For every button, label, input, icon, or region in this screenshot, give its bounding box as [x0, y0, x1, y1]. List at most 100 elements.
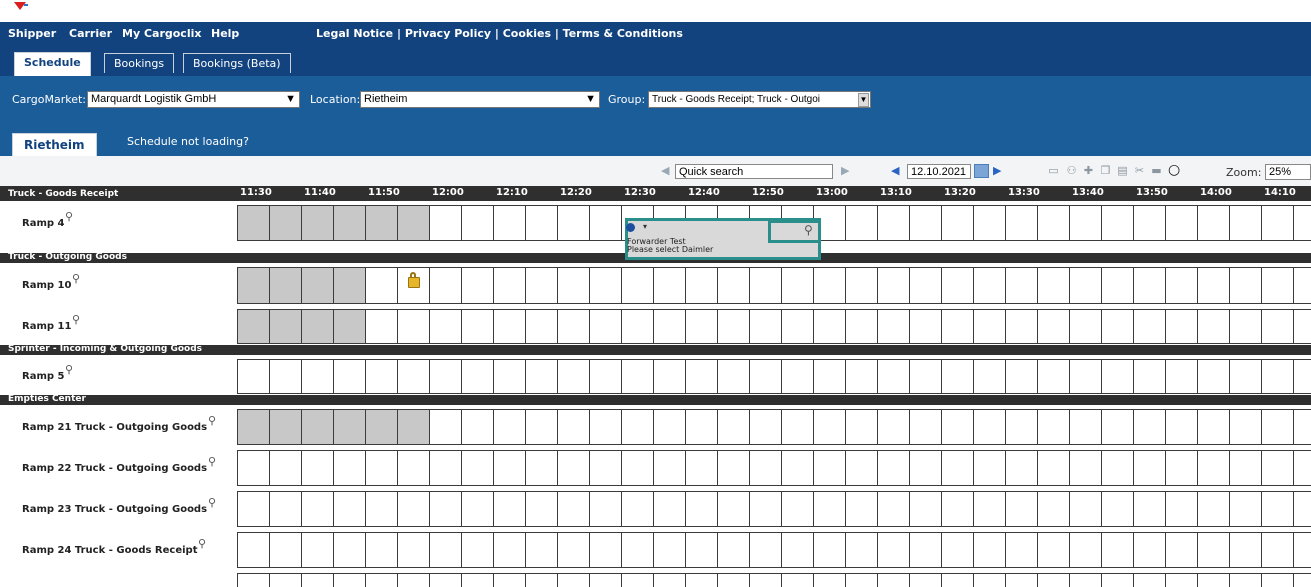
people-icon[interactable]: ⚇ [1066, 165, 1077, 176]
schedule-slot[interactable] [1197, 309, 1230, 344]
schedule-slot[interactable] [557, 267, 590, 304]
schedule-slot[interactable] [1101, 409, 1134, 445]
schedule-slot[interactable] [1101, 532, 1134, 568]
schedule-slot[interactable] [941, 491, 974, 527]
booking-block[interactable]: ▾ Forwarder Test Please select Daimler ⚲ [625, 218, 821, 260]
schedule-slot[interactable] [973, 491, 1006, 527]
schedule-slot[interactable] [941, 532, 974, 568]
schedule-slot[interactable] [941, 359, 974, 394]
schedule-slot[interactable] [845, 205, 878, 241]
schedule-slot[interactable] [717, 491, 750, 527]
schedule-slot[interactable] [1293, 359, 1311, 394]
schedule-slot[interactable] [749, 309, 782, 344]
schedule-slot[interactable] [1229, 267, 1262, 304]
magnifier-icon[interactable]: ⚲ [72, 272, 80, 285]
schedule-slot[interactable] [237, 359, 270, 394]
location-select[interactable]: Rietheim ▼ [360, 91, 600, 108]
schedule-slot[interactable] [557, 359, 590, 394]
schedule-slot[interactable] [429, 205, 462, 241]
search-prev-icon[interactable]: ◀ [661, 164, 669, 177]
schedule-slot[interactable] [717, 267, 750, 304]
schedule-slot[interactable] [397, 309, 430, 344]
schedule-slot[interactable] [1069, 532, 1102, 568]
schedule-slot[interactable] [365, 450, 398, 486]
schedule-slot[interactable] [1037, 532, 1070, 568]
schedule-slot[interactable] [909, 491, 942, 527]
schedule-slot[interactable] [877, 205, 910, 241]
schedule-slot[interactable] [653, 309, 686, 344]
schedule-slot[interactable] [1037, 205, 1070, 241]
schedule-slot[interactable] [1069, 450, 1102, 486]
schedule-slot[interactable] [397, 359, 430, 394]
print-icon[interactable]: ▬ [1151, 165, 1162, 176]
schedule-slot[interactable] [1165, 450, 1198, 486]
schedule-slot[interactable] [333, 532, 366, 568]
schedule-slot[interactable] [1165, 267, 1198, 304]
schedule-slot[interactable] [1293, 491, 1311, 527]
schedule-slot[interactable] [877, 267, 910, 304]
schedule-slot[interactable] [1197, 359, 1230, 394]
schedule-slot[interactable] [493, 532, 526, 568]
schedule-slot[interactable] [269, 532, 302, 568]
schedule-slot[interactable] [1005, 205, 1038, 241]
schedule-slot[interactable] [461, 532, 494, 568]
schedule-slot[interactable] [1037, 450, 1070, 486]
schedule-slot[interactable] [461, 450, 494, 486]
schedule-slot[interactable] [781, 573, 814, 587]
magnifier-icon[interactable]: ⚲ [208, 414, 216, 427]
schedule-slot[interactable] [1101, 309, 1134, 344]
schedule-slot[interactable] [1165, 573, 1198, 587]
schedule-slot[interactable] [685, 267, 718, 304]
schedule-slot[interactable] [685, 450, 718, 486]
schedule-slot[interactable] [685, 359, 718, 394]
schedule-slot[interactable] [525, 573, 558, 587]
schedule-help-link[interactable]: Schedule not loading? [127, 135, 249, 148]
schedule-slot[interactable] [1101, 450, 1134, 486]
booking-tool-icon[interactable]: ▭ [1048, 165, 1059, 176]
schedule-slot[interactable] [1101, 267, 1134, 304]
schedule-slot[interactable] [1261, 409, 1294, 445]
schedule-slot[interactable] [877, 359, 910, 394]
schedule-slot[interactable] [877, 450, 910, 486]
schedule-slot[interactable] [365, 359, 398, 394]
schedule-slot[interactable] [269, 491, 302, 527]
schedule-slot[interactable] [237, 573, 270, 587]
schedule-slot[interactable] [461, 491, 494, 527]
schedule-slot[interactable] [365, 267, 398, 304]
schedule-slot[interactable] [333, 450, 366, 486]
date-next-icon[interactable]: ▶ [993, 164, 1001, 177]
schedule-slot[interactable] [1037, 573, 1070, 587]
schedule-slot[interactable] [845, 573, 878, 587]
schedule-slot[interactable] [813, 491, 846, 527]
zoom-select[interactable]: 25% [1265, 164, 1311, 180]
schedule-slot[interactable] [397, 409, 430, 445]
schedule-slot[interactable] [525, 450, 558, 486]
schedule-slot[interactable] [493, 409, 526, 445]
schedule-slot[interactable] [813, 309, 846, 344]
schedule-slot[interactable] [1261, 205, 1294, 241]
magnifier-icon[interactable]: ⚲ [72, 313, 80, 326]
schedule-slot[interactable] [685, 573, 718, 587]
schedule-slot[interactable] [749, 450, 782, 486]
schedule-slot[interactable] [269, 359, 302, 394]
schedule-slot[interactable] [461, 267, 494, 304]
schedule-slot[interactable] [1133, 409, 1166, 445]
schedule-slot[interactable] [621, 532, 654, 568]
schedule-slot[interactable] [1005, 309, 1038, 344]
schedule-slot[interactable] [973, 532, 1006, 568]
nav-shipper[interactable]: Shipper [8, 27, 56, 40]
schedule-slot[interactable] [1165, 409, 1198, 445]
schedule-slot[interactable] [397, 450, 430, 486]
schedule-slot[interactable] [717, 359, 750, 394]
schedule-slot[interactable] [461, 205, 494, 241]
schedule-slot[interactable] [1197, 409, 1230, 445]
schedule-slot[interactable] [557, 409, 590, 445]
schedule-slot[interactable] [1069, 205, 1102, 241]
schedule-slot[interactable] [1229, 409, 1262, 445]
schedule-slot[interactable] [1069, 409, 1102, 445]
schedule-slot[interactable] [909, 309, 942, 344]
magnifier-icon[interactable]: ⚲ [198, 537, 206, 550]
schedule-slot[interactable] [1293, 573, 1311, 587]
schedule-slot[interactable] [1005, 450, 1038, 486]
schedule-slot[interactable] [1005, 573, 1038, 587]
